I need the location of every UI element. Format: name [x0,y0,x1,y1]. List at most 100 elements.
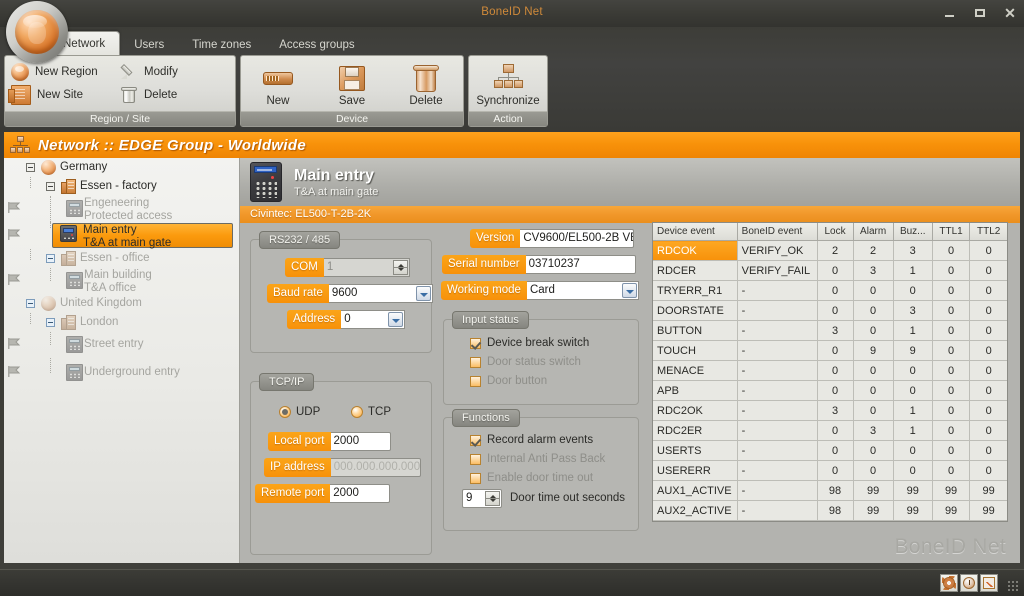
cell-device-event[interactable]: USERTS [653,440,738,461]
checkbox-door-button[interactable]: Door button [470,375,547,387]
checkbox-enable-door-time-out[interactable]: Enable door time out [470,472,593,484]
table-row[interactable]: TRYERR_R1 - 0 0 0 0 0 [653,280,1007,301]
cell-alarm[interactable]: 9 [853,340,894,361]
new-device-button[interactable]: New [244,61,312,107]
working-mode-select[interactable]: Card [526,281,639,300]
cell-boneid-event[interactable]: - [737,500,818,521]
cell-ttl2[interactable]: 99 [969,480,1007,501]
table-row[interactable]: APB - 0 0 0 0 0 [653,380,1007,401]
column-device-event[interactable]: Device event [653,223,738,241]
local-port-input[interactable]: 2000 [330,432,391,451]
tree-item-essen-office[interactable]: Essen - office [4,249,239,268]
cell-buzzer[interactable]: 0 [893,360,933,381]
gear-icon[interactable] [940,574,958,592]
cell-device-event[interactable]: TOUCH [653,340,738,361]
table-row[interactable]: USERERR - 0 0 0 0 0 [653,460,1007,481]
cell-alarm[interactable]: 0 [853,320,894,341]
cell-lock[interactable]: 0 [817,440,854,461]
remote-port-input[interactable]: 2000 [330,484,391,503]
tree-item-london[interactable]: London [4,313,239,332]
table-row[interactable]: USERTS - 0 0 0 0 0 [653,440,1007,461]
cell-lock[interactable]: 0 [817,260,854,281]
cell-device-event[interactable]: USERERR [653,460,738,481]
app-menu-orb-button[interactable] [6,1,68,63]
cell-alarm[interactable]: 0 [853,460,894,481]
baud-rate-select[interactable]: 9600 [328,284,433,303]
cell-buzzer[interactable]: 0 [893,280,933,301]
cell-ttl1[interactable]: 0 [932,240,971,261]
cell-alarm[interactable]: 99 [853,500,894,521]
minimize-button[interactable] [942,5,958,21]
save-device-button[interactable]: Save [318,61,386,107]
cell-ttl2[interactable]: 0 [969,360,1007,381]
cell-ttl1[interactable]: 0 [932,260,971,281]
table-row[interactable]: RDC2OK - 3 0 1 0 0 [653,400,1007,421]
cell-ttl2[interactable]: 0 [969,460,1007,481]
ip-address-input[interactable]: 000.000.000.000 [330,458,421,477]
table-row[interactable]: DOORSTATE - 0 0 3 0 0 [653,300,1007,321]
cell-lock[interactable]: 0 [817,280,854,301]
cell-alarm[interactable]: 0 [853,280,894,301]
cell-ttl2[interactable]: 0 [969,380,1007,401]
cell-boneid-event[interactable]: - [737,280,818,301]
com-stepper[interactable]: 1 [323,258,410,277]
column-lock[interactable]: Lock [817,223,854,241]
cell-alarm[interactable]: 99 [853,480,894,501]
cell-boneid-event[interactable]: - [737,340,818,361]
table-row[interactable]: TOUCH - 0 9 9 0 0 [653,340,1007,361]
tree-item-underground-entry[interactable]: Underground entry [4,358,239,388]
checkbox-device-break-switch[interactable]: Device break switch [470,337,589,349]
cell-device-event[interactable]: RDC2OK [653,400,738,421]
cell-alarm[interactable]: 0 [853,300,894,321]
cell-boneid-event[interactable]: - [737,380,818,401]
cell-lock[interactable]: 98 [817,480,854,501]
table-row[interactable]: AUX1_ACTIVE - 98 99 99 99 99 [653,480,1007,501]
tree-item-engeneering[interactable]: Engeneering Protected access [4,196,239,222]
cell-ttl1[interactable]: 0 [932,380,971,401]
tree-item-essen-factory[interactable]: Essen - factory [4,177,239,196]
cell-buzzer[interactable]: 1 [893,400,933,421]
cell-ttl1[interactable]: 0 [932,400,971,421]
cell-ttl2[interactable]: 0 [969,420,1007,441]
table-row[interactable]: MENACE - 0 0 0 0 0 [653,360,1007,381]
delete-device-button[interactable]: Delete [392,61,460,107]
protocol-tcp-radio[interactable]: TCP [351,406,391,418]
cell-boneid-event[interactable]: - [737,460,818,481]
cell-lock[interactable]: 2 [817,240,854,261]
cell-buzzer[interactable]: 99 [893,500,933,521]
cell-ttl2[interactable]: 0 [969,300,1007,321]
cell-boneid-event[interactable]: - [737,360,818,381]
table-row[interactable]: AUX2_ACTIVE - 98 99 99 99 99 [653,500,1007,521]
network-tree[interactable]: Germany Essen - factory Engeneering Prot… [4,158,240,563]
cell-alarm[interactable]: 3 [853,260,894,281]
cell-alarm[interactable]: 0 [853,380,894,401]
tree-item-main-building[interactable]: Main building T&A office [4,268,239,294]
cell-buzzer[interactable]: 0 [893,460,933,481]
cell-ttl1[interactable]: 0 [932,340,971,361]
events-table[interactable]: Device event BoneID event Lock Alarm Buz… [652,222,1008,522]
checkbox-internal-anti-pass-back[interactable]: Internal Anti Pass Back [470,453,605,465]
clock-icon[interactable] [960,574,978,592]
cell-ttl1[interactable]: 0 [932,460,971,481]
cell-boneid-event[interactable]: - [737,300,818,321]
cell-boneid-event[interactable]: - [737,320,818,341]
column-alarm[interactable]: Alarm [853,223,894,241]
cell-buzzer[interactable]: 0 [893,440,933,461]
cell-lock[interactable]: 0 [817,340,854,361]
new-site-button[interactable]: New Site [8,84,120,107]
cell-ttl2[interactable]: 0 [969,340,1007,361]
door-timeout-stepper[interactable]: 9 [462,489,502,508]
cell-lock[interactable]: 3 [817,320,854,341]
cell-ttl1[interactable]: 0 [932,320,971,341]
cell-boneid-event[interactable]: - [737,420,818,441]
cell-ttl2[interactable]: 0 [969,240,1007,261]
cell-lock[interactable]: 0 [817,360,854,381]
synchronize-button[interactable]: Synchronize [471,61,545,107]
new-region-button[interactable]: New Region [11,61,120,84]
cell-lock[interactable]: 0 [817,300,854,321]
cell-device-event[interactable]: BUTTON [653,320,738,341]
cell-boneid-event[interactable]: - [737,440,818,461]
tab-users[interactable]: Users [120,34,178,56]
cell-buzzer[interactable]: 3 [893,240,933,261]
column-ttl1[interactable]: TTL1 [932,223,971,241]
